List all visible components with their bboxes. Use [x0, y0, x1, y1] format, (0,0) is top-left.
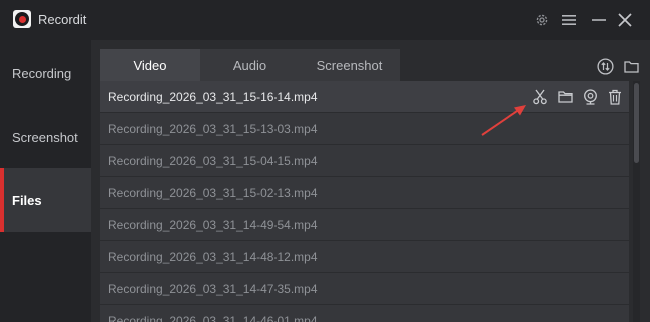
file-row[interactable]: Recording_2026_03_31_14-48-12.mp4	[100, 241, 629, 272]
sidebar: Recording Screenshot Files	[0, 40, 91, 322]
files-panel: Video Audio Screenshot Recording_2026_03…	[91, 40, 650, 322]
file-row[interactable]: Recording_2026_03_31_14-46-01.mp4	[100, 305, 629, 322]
app-logo-icon	[13, 10, 31, 28]
scroll-thumb[interactable]	[634, 83, 639, 163]
file-row[interactable]: Recording_2026_03_31_15-02-13.mp4	[100, 177, 629, 208]
tab-video[interactable]: Video	[100, 49, 200, 81]
tab-label: Video	[133, 57, 167, 73]
app-title: Recordit	[38, 12, 87, 27]
file-name: Recording_2026_03_31_14-48-12.mp4	[108, 249, 318, 264]
file-row[interactable]: Recording_2026_03_31_15-16-14.mp4	[100, 81, 629, 112]
tab-label: Screenshot	[316, 57, 383, 73]
menu-icon[interactable]	[559, 10, 579, 30]
annotation-arrow-icon	[481, 105, 526, 136]
sort-icon[interactable]	[595, 56, 615, 76]
scissors-icon[interactable]	[530, 87, 550, 107]
file-name: Recording_2026_03_31_15-16-14.mp4	[108, 89, 318, 104]
file-name: Recording_2026_03_31_14-46-01.mp4	[108, 313, 318, 322]
sidebar-item-label: Screenshot	[12, 129, 78, 145]
open-folder-icon[interactable]	[621, 56, 641, 76]
file-list: Recording_2026_03_31_15-16-14.mp4 Record…	[100, 81, 629, 322]
sidebar-item-label: Recording	[12, 65, 72, 81]
file-name: Recording_2026_03_31_15-04-15.mp4	[108, 153, 318, 168]
file-name: Recording_2026_03_31_14-49-54.mp4	[108, 217, 318, 232]
minimize-icon[interactable]	[589, 10, 609, 30]
file-name: Recording_2026_03_31_15-13-03.mp4	[108, 121, 318, 136]
play-icon[interactable]	[580, 87, 600, 107]
title-bar: Recordit	[0, 0, 650, 40]
file-name: Recording_2026_03_31_15-02-13.mp4	[108, 185, 318, 200]
scrollbar[interactable]	[633, 81, 640, 322]
trash-icon[interactable]	[605, 87, 625, 107]
folder-icon[interactable]	[555, 87, 575, 107]
settings-icon[interactable]	[532, 10, 552, 30]
tab-screenshot[interactable]: Screenshot	[299, 49, 400, 81]
row-actions	[519, 81, 629, 112]
file-row[interactable]: Recording_2026_03_31_15-04-15.mp4	[100, 145, 629, 176]
close-icon[interactable]	[615, 10, 635, 30]
sidebar-item-label: Files	[12, 192, 42, 208]
sidebar-item-recording[interactable]: Recording	[0, 41, 91, 105]
sidebar-item-screenshot[interactable]: Screenshot	[0, 105, 91, 169]
file-name: Recording_2026_03_31_14-47-35.mp4	[108, 281, 318, 296]
tab-audio[interactable]: Audio	[200, 49, 299, 81]
file-row[interactable]: Recording_2026_03_31_15-13-03.mp4	[100, 113, 629, 144]
file-row[interactable]: Recording_2026_03_31_14-47-35.mp4	[100, 273, 629, 304]
sidebar-item-files[interactable]: Files	[0, 168, 91, 232]
tab-label: Audio	[232, 57, 267, 73]
file-row[interactable]: Recording_2026_03_31_14-49-54.mp4	[100, 209, 629, 240]
